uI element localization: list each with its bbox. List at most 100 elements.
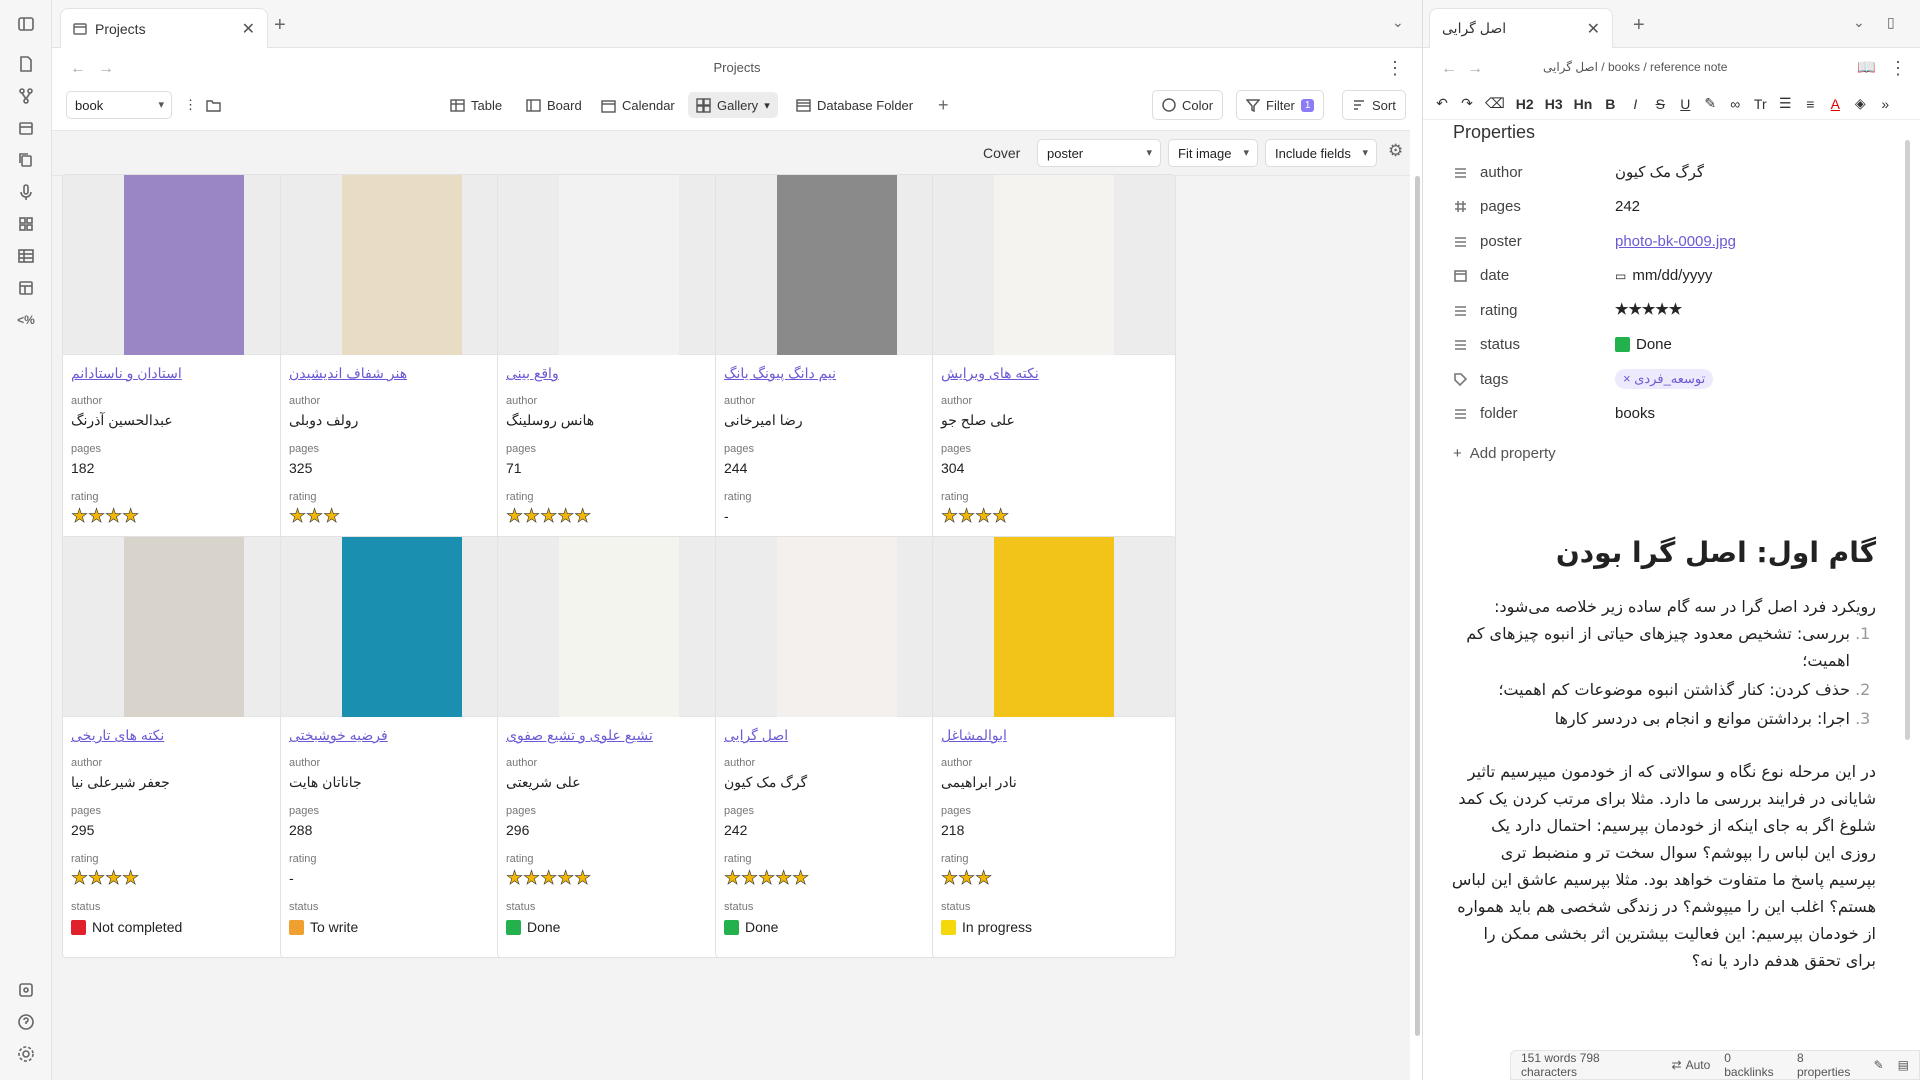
card-title[interactable]: استادان و ناستادانم [71,365,297,382]
rating-stars[interactable]: ★★★★★ [1615,301,1683,319]
calendar-icon[interactable] [16,118,36,138]
card-cover[interactable] [716,175,958,355]
gallery-card[interactable]: استادان و ناستادانم author عبدالحسین آذرنگ… [62,174,306,596]
card-title[interactable]: اصل گرایی [724,727,950,744]
settings-icon[interactable] [16,1044,36,1064]
add-property-button[interactable]: + Add property [1453,445,1900,462]
breadcrumb-item[interactable]: books [1608,60,1640,74]
card-cover[interactable] [498,537,740,717]
heading3-icon[interactable]: H3 [1545,96,1563,112]
gallery-card[interactable]: واقع بینی author هانس روسلینگ pages 71 rating… [497,174,741,596]
help-icon[interactable] [16,1012,36,1032]
gallery-card[interactable]: فرضیه خوشبختی author جاناتان هایت pages 288 r… [280,536,524,958]
tab-note[interactable]: اصل گرایی ✕ [1429,8,1613,48]
template-icon[interactable]: <% [16,310,36,330]
properties-count[interactable]: 8 properties [1797,1051,1860,1079]
highlight-icon[interactable]: ✎ [1703,95,1717,112]
sidebar-toggle-icon[interactable] [16,14,36,34]
sort-button[interactable]: Sort [1342,90,1406,120]
gallery-card[interactable]: نکته های ویرایش author علی صلح جو pages 304 r… [932,174,1176,596]
property-row[interactable]: folder books [1453,397,1900,432]
card-cover[interactable] [498,175,740,355]
heading-n-icon[interactable]: Hn [1574,96,1593,112]
card-cover[interactable] [933,175,1175,355]
vault-icon[interactable] [16,980,36,1000]
card-cover[interactable] [281,175,523,355]
card-cover[interactable] [933,537,1175,717]
add-view-plus-icon[interactable]: + [930,92,957,118]
note-body[interactable]: گام اول: اصل گرا بودن رویکرد فرد اصل گرا… [1451,536,1876,974]
sidebar-right-icon[interactable]: ▯ [1887,14,1895,31]
eraser-icon[interactable]: ⌫ [1485,95,1505,112]
heading2-icon[interactable]: H2 [1516,96,1534,112]
layout-icon[interactable] [16,278,36,298]
property-value[interactable]: books [1615,405,1655,422]
include-fields-select[interactable]: Include fields [1265,139,1377,167]
redo-icon[interactable]: ↷ [1460,95,1474,112]
view-database-folder-button[interactable]: Database Folder [788,92,921,118]
date-input[interactable]: mm/dd/yyyy [1632,267,1712,284]
card-title[interactable]: واقع بینی [506,365,732,382]
close-icon[interactable]: ✕ [242,19,255,39]
chevron-down-icon[interactable]: ⌄ [1392,14,1404,31]
view-select[interactable]: book [66,91,172,119]
card-cover[interactable] [63,537,305,717]
cover-select[interactable]: poster [1037,139,1161,167]
card-title[interactable]: ابوالمشاغل [941,727,1167,744]
poster-link[interactable]: photo-bk-0009.jpg [1615,233,1736,250]
card-title[interactable]: فرضیه خوشبختی [289,727,515,744]
text-color-icon[interactable]: A [1828,96,1842,112]
scrollbar[interactable] [1415,176,1420,1036]
microphone-icon[interactable] [16,182,36,202]
breadcrumb-item[interactable]: reference note [1650,60,1727,74]
property-row[interactable]: author گرگ مک کیون [1453,155,1900,190]
tab-projects[interactable]: Projects ✕ [60,8,268,48]
property-row[interactable]: pages 242 [1453,190,1900,225]
align-icon[interactable]: ≡ [1803,96,1817,112]
underline-icon[interactable]: U [1678,96,1692,112]
remove-tag-icon[interactable]: × [1623,371,1631,386]
undo-icon[interactable]: ↶ [1435,95,1449,112]
dashboard-icon[interactable] [16,214,36,234]
back-arrow-icon[interactable]: ← [1441,60,1457,78]
view-table-button[interactable]: Table [442,92,510,118]
graph-icon[interactable] [16,86,36,106]
card-title[interactable]: نکته های ویرایش [941,365,1167,382]
strikethrough-icon[interactable]: S [1653,96,1667,112]
tag-pill[interactable]: توسعه_فردی × [1615,369,1714,390]
trash-icon[interactable]: ▤ [1898,1058,1909,1072]
property-value[interactable]: Done [1636,336,1672,353]
gallery-card[interactable]: ابوالمشاغل author نادر ابراهیمی pages 218 rat… [932,536,1176,958]
scrollbar[interactable] [1905,140,1910,740]
new-tab-plus-icon[interactable]: + [274,14,286,37]
property-row[interactable]: date ▭ mm/dd/yyyy [1453,259,1900,294]
card-title[interactable]: نکته های تاریخی [71,727,297,744]
folder-icon[interactable] [198,92,229,118]
sync-status[interactable]: Auto [1686,1058,1711,1072]
new-tab-plus-icon[interactable]: + [1633,14,1645,37]
breadcrumb-item[interactable]: اصل گرایی [1543,60,1598,74]
card-cover[interactable] [281,537,523,717]
reading-view-icon[interactable]: 📖 [1857,58,1876,76]
expand-toolbar-icon[interactable]: » [1878,96,1892,112]
view-calendar-button[interactable]: Calendar [593,92,683,118]
backlinks-count[interactable]: 0 backlinks [1724,1051,1783,1079]
list-icon[interactable]: ☰ [1778,95,1792,112]
card-cover[interactable] [63,175,305,355]
gallery-card[interactable]: اصل گرایی author گرگ مک کیون pages 242 rating… [715,536,959,958]
property-row[interactable]: poster photo-bk-0009.jpg [1453,224,1900,259]
fit-image-select[interactable]: Fit image [1168,139,1258,167]
view-board-button[interactable]: Board [518,92,590,118]
gallery-card[interactable]: نکته های تاریخی author جعفر شیرعلی نیا page… [62,536,306,958]
link-icon[interactable]: ∞ [1728,96,1742,112]
fill-color-icon[interactable]: ◈ [1853,95,1867,112]
color-button[interactable]: Color [1152,90,1224,120]
filter-button[interactable]: Filter 1 [1236,90,1325,120]
view-gallery-button[interactable]: Gallery ▾ [688,92,778,118]
card-title[interactable]: نیم دانگ پیونگ یانگ [724,365,950,382]
format-text-icon[interactable]: Tr [1753,96,1767,112]
property-value[interactable]: گرگ مک کیون [1615,163,1704,181]
gallery-card[interactable]: تشیع علوی و تشیع صفوی author علی شریعتی pag… [497,536,741,958]
edit-pencil-icon[interactable]: ✎ [1874,1058,1884,1072]
new-note-icon[interactable] [16,54,36,74]
